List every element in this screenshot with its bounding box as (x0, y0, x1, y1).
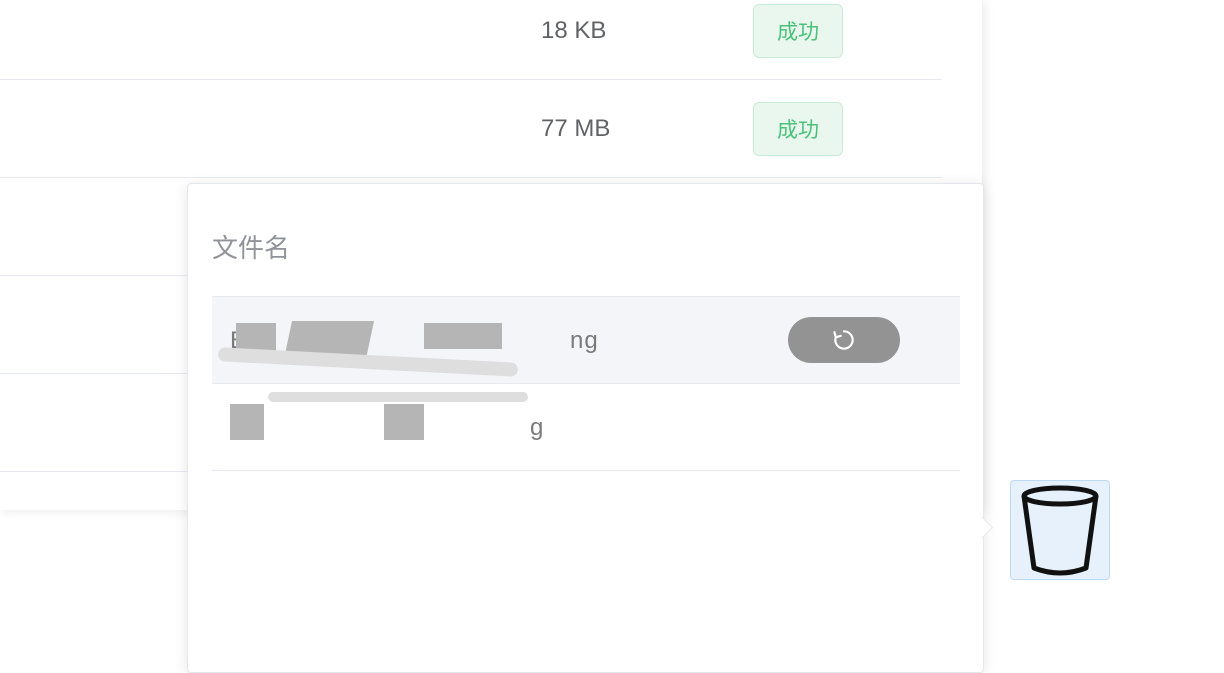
list-item: 77 MB 成功 (0, 80, 942, 178)
table-divider (212, 470, 960, 471)
redaction-mark (217, 347, 519, 377)
table-row[interactable]: Bi ng (212, 296, 960, 384)
list-item: 18 KB 成功 (0, 0, 942, 80)
status-badge: 成功 (753, 101, 843, 156)
status-badge: 成功 (753, 3, 843, 58)
refresh-icon (833, 330, 854, 350)
file-size: 18 KB (541, 16, 607, 44)
file-name-end: g (530, 413, 545, 441)
trash-bin-icon (1021, 485, 1099, 576)
file-size: 77 MB (541, 114, 611, 142)
trash-button[interactable] (1010, 480, 1110, 580)
retry-button[interactable] (788, 317, 900, 363)
redaction-mark (230, 404, 264, 440)
redaction-mark (268, 392, 528, 402)
redaction-mark (384, 404, 424, 440)
file-name-end: ng (570, 326, 599, 354)
failed-files-popover: 文件名 Bi ng S g (187, 183, 984, 673)
redaction-mark (424, 323, 502, 349)
table-row[interactable]: S g (212, 383, 960, 471)
column-header-filename: 文件名 (212, 234, 291, 264)
